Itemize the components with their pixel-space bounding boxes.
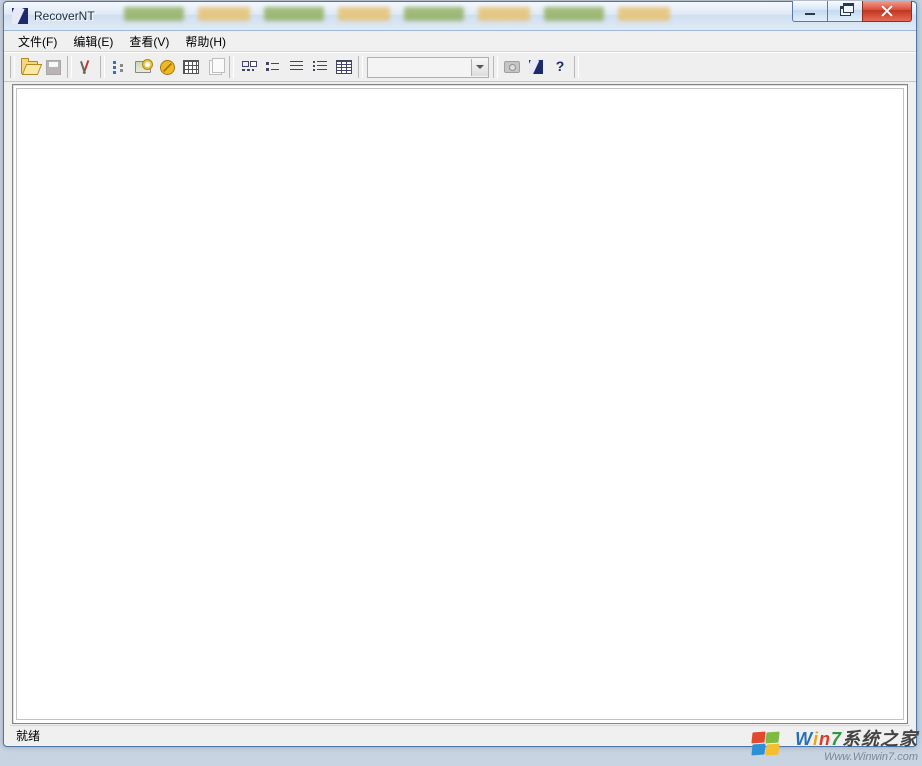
minimize-icon bbox=[805, 13, 815, 15]
copy-icon bbox=[209, 60, 222, 75]
grid-button[interactable] bbox=[180, 56, 202, 78]
toolbar-separator bbox=[100, 56, 105, 78]
client-area bbox=[12, 84, 908, 724]
no-entry-icon bbox=[160, 60, 175, 75]
menu-file[interactable]: 文件(F) bbox=[10, 31, 65, 52]
app-title: RecoverNT bbox=[34, 9, 95, 23]
details-view-button[interactable] bbox=[333, 56, 355, 78]
drive-search-icon bbox=[135, 61, 151, 73]
window-controls bbox=[793, 1, 912, 22]
small-icons-icon bbox=[266, 61, 279, 73]
list-view-button[interactable] bbox=[285, 56, 307, 78]
tools-button[interactable] bbox=[75, 56, 97, 78]
toolbar-separator bbox=[10, 56, 15, 78]
status-ready: 就绪 bbox=[10, 727, 46, 744]
toolbar-separator bbox=[67, 56, 72, 78]
list2-icon bbox=[313, 61, 327, 73]
help-button[interactable]: ? bbox=[549, 56, 571, 78]
camera-button[interactable] bbox=[501, 56, 523, 78]
app-icon bbox=[12, 8, 28, 24]
tree-icon bbox=[112, 60, 126, 74]
close-icon bbox=[881, 5, 893, 17]
large-icons-icon bbox=[242, 61, 255, 73]
list-icon bbox=[290, 61, 303, 73]
grid-icon bbox=[183, 60, 199, 74]
tree-button[interactable] bbox=[108, 56, 130, 78]
menu-view[interactable]: 查看(V) bbox=[121, 31, 177, 52]
scan-drive-button[interactable] bbox=[132, 56, 154, 78]
content-pane[interactable] bbox=[16, 88, 904, 720]
title-bar[interactable]: RecoverNT bbox=[4, 2, 916, 31]
menu-edit[interactable]: 编辑(E) bbox=[65, 31, 121, 52]
help-icon: ? bbox=[553, 60, 567, 74]
save-button[interactable] bbox=[42, 56, 64, 78]
watermark-url: Www.Winwin7.com bbox=[795, 751, 918, 763]
path-combo[interactable] bbox=[367, 57, 489, 78]
titlebar-glass-blur bbox=[124, 7, 756, 25]
folder-open-icon bbox=[21, 61, 38, 74]
stop-button[interactable] bbox=[156, 56, 178, 78]
app-window: RecoverNT 文件(F) 编辑(E) 查看(V) 帮助(H) bbox=[3, 1, 917, 747]
chevron-down-icon bbox=[476, 65, 484, 69]
close-button[interactable] bbox=[862, 1, 912, 22]
toolbar-separator bbox=[358, 56, 363, 78]
large-icons-button[interactable] bbox=[237, 56, 259, 78]
minimize-button[interactable] bbox=[792, 1, 828, 22]
menu-help[interactable]: 帮助(H) bbox=[177, 31, 234, 52]
maximize-button[interactable] bbox=[827, 1, 863, 22]
copy-button[interactable] bbox=[204, 56, 226, 78]
restore-icon bbox=[840, 6, 851, 16]
path-combo-dropdown[interactable] bbox=[471, 59, 488, 76]
toolbar-separator bbox=[229, 56, 234, 78]
app-toolbar-button[interactable] bbox=[525, 56, 547, 78]
menu-bar: 文件(F) 编辑(E) 查看(V) 帮助(H) bbox=[4, 31, 916, 52]
app-logo-icon bbox=[529, 60, 543, 74]
details-icon bbox=[336, 60, 352, 74]
tools-icon bbox=[79, 60, 93, 74]
open-button[interactable] bbox=[18, 56, 40, 78]
save-icon bbox=[46, 60, 61, 75]
camera-icon bbox=[504, 61, 520, 73]
list2-view-button[interactable] bbox=[309, 56, 331, 78]
toolbar-separator bbox=[493, 56, 498, 78]
toolbar-separator bbox=[574, 56, 579, 78]
small-icons-button[interactable] bbox=[261, 56, 283, 78]
toolbar: ? bbox=[4, 52, 916, 82]
watermark-windows-flag-icon bbox=[752, 732, 782, 760]
